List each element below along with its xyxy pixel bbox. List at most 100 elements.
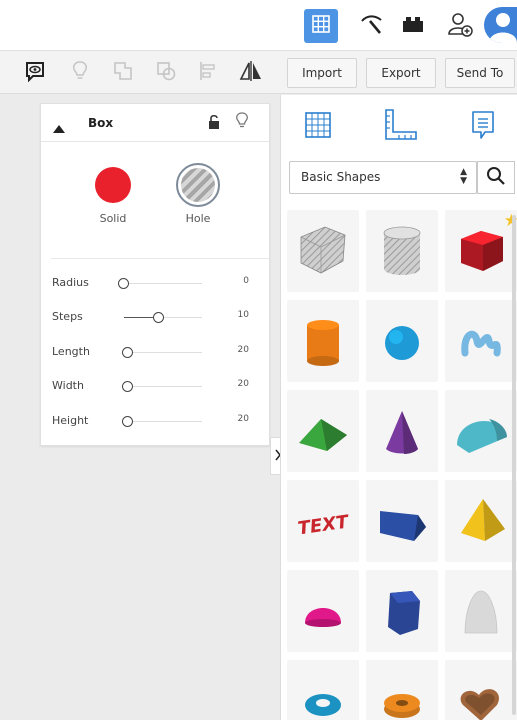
shape-category-value: Basic Shapes bbox=[301, 170, 381, 184]
hole-swatch[interactable] bbox=[176, 163, 220, 207]
param-label: Steps bbox=[52, 310, 83, 323]
shape-tile-torus[interactable] bbox=[287, 660, 359, 720]
divider bbox=[51, 258, 269, 259]
param-row-length: Length 20 bbox=[41, 345, 269, 365]
bricks-view-button[interactable] bbox=[396, 9, 430, 43]
hole-stripes bbox=[181, 168, 215, 202]
shape-tile-scribble[interactable] bbox=[445, 300, 517, 382]
param-value[interactable]: 10 bbox=[238, 310, 249, 320]
select-arrows-icon: ▲ ▼ bbox=[460, 167, 467, 186]
ruler-button[interactable] bbox=[380, 107, 420, 147]
param-slider-knob[interactable] bbox=[118, 278, 129, 289]
inspector-title: Box bbox=[88, 116, 114, 130]
text-shape-icon: TEXT bbox=[296, 511, 351, 539]
group-button[interactable] bbox=[110, 60, 136, 86]
import-button[interactable]: Import bbox=[287, 58, 357, 88]
param-row-steps: Steps 10 bbox=[41, 310, 269, 330]
param-slider-track[interactable] bbox=[124, 283, 202, 284]
shape-tile-cylinder-hole[interactable] bbox=[366, 210, 438, 292]
round-roof-shape-icon bbox=[457, 419, 507, 453]
param-slider-track[interactable] bbox=[124, 386, 202, 387]
shape-tile-box-hole[interactable] bbox=[287, 210, 359, 292]
param-slider-fill bbox=[124, 317, 154, 318]
add-user-icon bbox=[447, 11, 473, 41]
search-icon bbox=[486, 166, 506, 190]
invite-collaborators-button[interactable] bbox=[443, 9, 477, 43]
shape-tile-round-roof[interactable] bbox=[445, 390, 517, 472]
solid-label: Solid bbox=[99, 212, 127, 225]
notes-button[interactable] bbox=[463, 107, 503, 147]
shape-tile-tube[interactable] bbox=[366, 660, 438, 720]
shape-tile-cone[interactable] bbox=[366, 390, 438, 472]
param-slider-track[interactable] bbox=[124, 421, 202, 422]
blocks-view-button[interactable] bbox=[354, 9, 388, 43]
align-icon bbox=[198, 60, 218, 86]
shape-tile-cylinder[interactable] bbox=[287, 300, 359, 382]
shape-tile-box[interactable]: ★ bbox=[445, 210, 517, 292]
param-value[interactable]: 20 bbox=[238, 414, 249, 424]
inspector-header: Box bbox=[41, 104, 269, 142]
shape-category-select[interactable]: Basic Shapes ▲ ▼ bbox=[289, 161, 477, 194]
solid-swatch[interactable] bbox=[95, 167, 131, 203]
3d-design-view-button[interactable] bbox=[304, 9, 338, 43]
shapes-scrollbar[interactable] bbox=[512, 215, 516, 715]
ungroup-icon bbox=[155, 60, 177, 86]
tube-shape-icon bbox=[384, 694, 420, 718]
cone-shape-icon bbox=[386, 411, 418, 454]
notes-tool-button[interactable] bbox=[22, 60, 48, 86]
param-value[interactable]: 0 bbox=[243, 276, 249, 286]
param-slider-track[interactable] bbox=[124, 352, 202, 353]
show-all-button[interactable] bbox=[67, 60, 93, 86]
user-avatar[interactable] bbox=[484, 7, 517, 43]
top-bar bbox=[0, 0, 517, 50]
ungroup-button[interactable] bbox=[153, 60, 179, 86]
shape-tile-pyramid[interactable] bbox=[445, 480, 517, 562]
paraboloid-shape-icon bbox=[464, 590, 498, 634]
speech-eye-icon bbox=[24, 60, 46, 86]
roof-shape-icon bbox=[299, 419, 347, 451]
param-label: Height bbox=[52, 414, 89, 427]
lightbulb-icon bbox=[71, 60, 89, 86]
collapse-caret-icon[interactable] bbox=[53, 118, 65, 137]
pickaxe-icon bbox=[359, 12, 383, 40]
pyramid-shape-icon bbox=[461, 499, 505, 541]
param-slider-knob[interactable] bbox=[121, 347, 133, 358]
param-label: Radius bbox=[52, 276, 89, 289]
shape-tile-paraboloid[interactable] bbox=[445, 570, 517, 652]
shape-tile-half-sphere[interactable] bbox=[287, 570, 359, 652]
param-row-radius: Radius 0 bbox=[41, 276, 269, 296]
workplane-button[interactable] bbox=[298, 107, 338, 147]
mirror-button[interactable] bbox=[238, 60, 264, 86]
shape-grid: ★ TEXT bbox=[287, 210, 517, 720]
brick-icon bbox=[402, 15, 424, 37]
param-value[interactable]: 20 bbox=[238, 345, 249, 355]
shape-tile-heart[interactable] bbox=[445, 660, 517, 720]
workplane-icon bbox=[303, 110, 333, 144]
ruler-icon bbox=[382, 108, 418, 146]
param-slider-knob[interactable] bbox=[121, 416, 133, 427]
align-button[interactable] bbox=[195, 60, 221, 86]
param-slider-knob[interactable] bbox=[121, 381, 133, 392]
cylinder-hole-shape-icon bbox=[383, 226, 421, 275]
send-to-button[interactable]: Send To bbox=[445, 58, 515, 88]
param-slider-knob[interactable] bbox=[153, 312, 165, 323]
param-label: Length bbox=[52, 345, 90, 358]
shape-tile-sphere[interactable] bbox=[366, 300, 438, 382]
scribble-shape-icon bbox=[461, 330, 501, 357]
shape-tile-wedge[interactable] bbox=[366, 480, 438, 562]
param-value[interactable]: 20 bbox=[238, 379, 249, 389]
notes-icon bbox=[470, 109, 496, 145]
export-button[interactable]: Export bbox=[366, 58, 436, 88]
param-label: Width bbox=[52, 379, 84, 392]
search-shapes-button[interactable] bbox=[477, 161, 515, 194]
param-row-height: Height 20 bbox=[41, 414, 269, 434]
shape-tile-polygon[interactable] bbox=[366, 570, 438, 652]
shape-tile-text[interactable]: TEXT bbox=[287, 480, 359, 562]
visibility-bulb-icon[interactable] bbox=[235, 112, 249, 134]
grid-icon bbox=[312, 15, 330, 37]
hole-label: Hole bbox=[185, 212, 211, 225]
mirror-icon bbox=[238, 60, 264, 86]
unlock-icon[interactable] bbox=[207, 113, 221, 135]
heart-shape-icon bbox=[460, 689, 499, 720]
shape-tile-roof[interactable] bbox=[287, 390, 359, 472]
